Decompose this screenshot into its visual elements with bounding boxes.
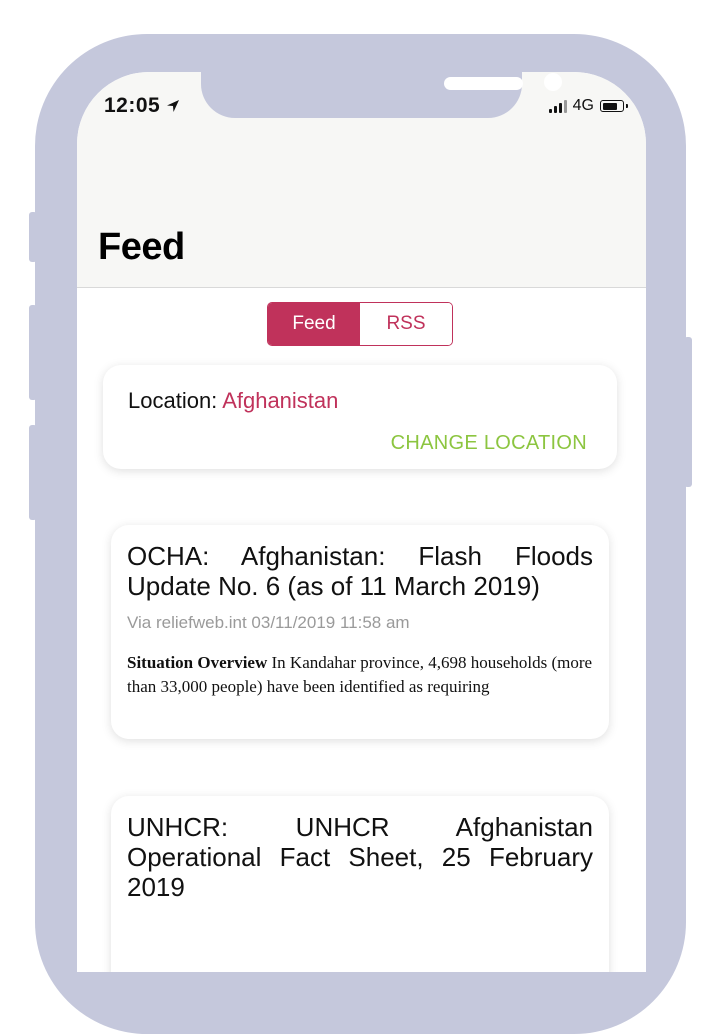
navigation-header: 12:05 4G Feed	[77, 72, 646, 288]
page-title: Feed	[98, 226, 185, 268]
status-time: 12:05	[104, 94, 180, 118]
time-text: 12:05	[104, 94, 161, 117]
speaker-grille	[444, 77, 523, 90]
location-label: Location:	[128, 388, 223, 413]
feed-item-card[interactable]: UNHCR: UNHCR Afghanistan Operational Fac…	[111, 796, 609, 972]
side-button-volume-up	[29, 305, 37, 400]
phone-screen: 12:05 4G Feed Feed RSS Location: Afghani…	[77, 72, 646, 972]
side-button-volume-down	[29, 425, 37, 520]
change-location-button[interactable]: CHANGE LOCATION	[391, 432, 587, 455]
side-button-mute	[29, 212, 37, 262]
signal-strength-icon	[548, 99, 567, 113]
tab-feed[interactable]: Feed	[268, 303, 360, 345]
front-camera	[544, 73, 562, 91]
status-indicators: 4G	[548, 97, 628, 115]
battery-icon	[600, 100, 628, 112]
network-type: 4G	[572, 97, 594, 114]
side-button-power	[684, 337, 692, 487]
feed-rss-segmented-control: Feed RSS	[267, 302, 453, 346]
location-line: Location: Afghanistan	[128, 388, 338, 414]
feed-item-title: UNHCR: UNHCR Afghanistan Operational Fac…	[127, 812, 593, 902]
location-value: Afghanistan	[222, 388, 339, 413]
location-card: Location: Afghanistan CHANGE LOCATION	[103, 365, 617, 469]
feed-item-title: OCHA: Afghanistan: Flash Floods Update N…	[127, 541, 593, 601]
excerpt-heading: Situation Overview	[127, 653, 268, 672]
location-arrow-icon	[167, 100, 180, 112]
feed-item-excerpt: Situation Overview In Kandahar province,…	[127, 651, 593, 699]
feed-item-source-date: Via reliefweb.int 03/11/2019 11:58 am	[127, 613, 410, 632]
notch	[201, 72, 562, 118]
tab-rss[interactable]: RSS	[360, 303, 452, 345]
feed-item-card[interactable]: OCHA: Afghanistan: Flash Floods Update N…	[111, 525, 609, 739]
